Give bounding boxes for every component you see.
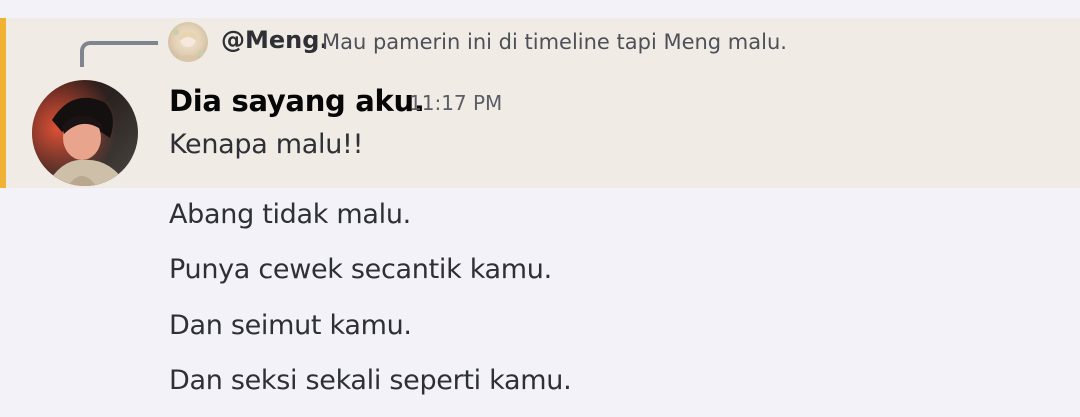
reply-preview-text[interactable]: Mau pamerin ini di timeline tapi Meng ma… xyxy=(322,30,787,54)
reply-avatar-icon xyxy=(168,22,208,62)
author-avatar-icon xyxy=(32,80,138,186)
reply-author-name[interactable]: @Meng. xyxy=(221,26,329,54)
message-timestamp[interactable]: 11:17 PM xyxy=(409,91,502,115)
message-author-name[interactable]: Dia sayang aku. xyxy=(169,84,425,118)
message-line: Kenapa malu!! xyxy=(169,129,364,160)
message-author-avatar[interactable] xyxy=(32,80,138,186)
message-line: Dan seimut kamu. xyxy=(169,310,412,341)
reply-connector xyxy=(80,41,158,67)
mention-highlight-bar xyxy=(0,18,6,188)
message-line: Abang tidak malu. xyxy=(169,199,411,230)
message-line: Punya cewek secantik kamu. xyxy=(169,254,552,285)
reply-avatar[interactable] xyxy=(168,22,208,62)
message-line: Dan seksi sekali seperti kamu. xyxy=(169,365,572,396)
